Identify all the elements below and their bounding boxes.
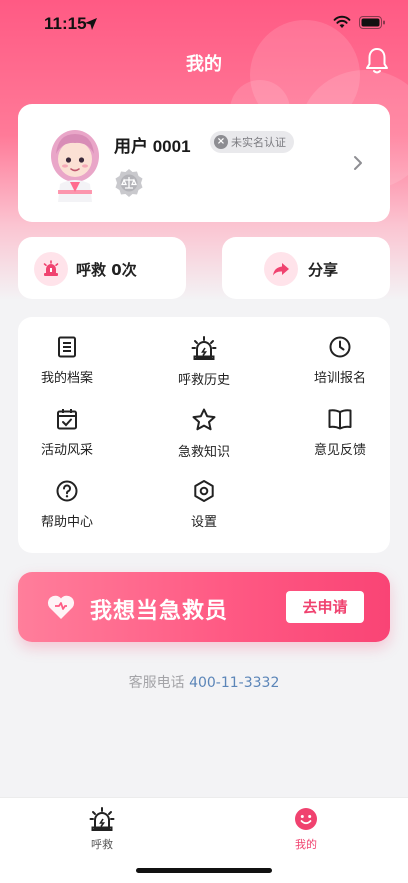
tab-label: 呼救 xyxy=(91,838,113,851)
alarm-icon xyxy=(191,336,217,360)
become-first-responder-banner[interactable]: 我想当急救员 去申请 xyxy=(18,572,390,642)
rescue-count-label: 呼救 0次 xyxy=(76,259,137,280)
home-indicator xyxy=(136,868,272,873)
status-bar: 11:15 xyxy=(0,0,408,48)
status-indicators xyxy=(333,15,386,29)
hotline-label: 客服电话 xyxy=(128,675,185,691)
smile-icon xyxy=(295,808,317,830)
profile-card[interactable]: 用户 0001 × 未实名认证 xyxy=(18,104,390,222)
menu-item-label: 设置 xyxy=(190,515,217,530)
close-circle-icon: × xyxy=(214,135,228,149)
heart-icon xyxy=(46,594,76,620)
clock-icon xyxy=(329,336,351,358)
apply-button[interactable]: 去申请 xyxy=(286,591,364,623)
menu-item-help-center[interactable]: 帮助中心 xyxy=(12,479,122,539)
banner-title: 我想当急救员 xyxy=(90,599,229,624)
rescue-count-unit: 次 xyxy=(121,261,137,279)
customer-service-hotline: 客服电话 400-11-3332 xyxy=(0,672,408,692)
rescue-count-card[interactable]: 呼救 0次 xyxy=(18,237,186,299)
alarm-icon xyxy=(89,807,115,831)
chevron-right-icon xyxy=(352,154,364,172)
verification-status-label: 未实名认证 xyxy=(231,136,286,149)
share-card[interactable]: 分享 xyxy=(222,237,390,299)
menu-item-settings[interactable]: 设置 xyxy=(149,479,259,539)
menu-item-label: 急救知识 xyxy=(177,445,230,460)
menu-item-my-records[interactable]: 我的档案 xyxy=(12,335,122,395)
menu-item-activities[interactable]: 活动风采 xyxy=(12,407,122,467)
hotline-phone-link[interactable]: 400-11-3332 xyxy=(189,675,279,691)
alarm-icon xyxy=(34,252,68,286)
menu-item-feedback[interactable]: 意见反馈 xyxy=(285,407,395,467)
feature-menu: 我的档案 呼救历史 培训报名 活动风采 急救知识 意见反馈 帮助中心 设置 xyxy=(18,317,390,553)
notification-bell-icon[interactable] xyxy=(364,46,390,76)
share-label: 分享 xyxy=(308,261,339,279)
book-icon xyxy=(328,409,352,430)
menu-item-label: 呼救历史 xyxy=(177,373,230,388)
level-badge-icon xyxy=(114,168,144,198)
rescue-label: 呼救 xyxy=(76,261,107,279)
status-time: 11:15 xyxy=(44,14,87,33)
rescue-count-value: 0 xyxy=(111,261,122,279)
menu-item-label: 意见反馈 xyxy=(313,443,366,458)
calendar-check-icon xyxy=(57,409,77,430)
battery-icon xyxy=(359,15,385,29)
username: 用户 0001 xyxy=(114,137,191,156)
menu-item-rescue-history[interactable]: 呼救历史 xyxy=(149,335,259,395)
wifi-icon xyxy=(333,15,351,28)
menu-item-training-signup[interactable]: 培训报名 xyxy=(285,335,395,395)
share-icon xyxy=(264,252,298,286)
tab-rescue[interactable]: 呼救 xyxy=(62,806,142,852)
menu-item-first-aid-knowledge[interactable]: 急救知识 xyxy=(149,407,259,467)
avatar xyxy=(44,126,106,202)
tab-label: 我的 xyxy=(295,838,317,851)
document-icon xyxy=(58,336,76,358)
location-arrow-icon xyxy=(84,16,98,35)
tab-mine[interactable]: 我的 xyxy=(266,806,346,852)
menu-item-label: 活动风采 xyxy=(40,443,93,458)
menu-item-label: 我的档案 xyxy=(40,371,93,386)
settings-icon xyxy=(194,480,214,502)
star-icon xyxy=(192,408,216,431)
menu-item-label: 帮助中心 xyxy=(40,515,93,530)
menu-item-label: 培训报名 xyxy=(313,371,366,386)
page-title: 我的 xyxy=(186,54,222,75)
verification-status-badge[interactable]: × 未实名认证 xyxy=(210,131,294,153)
help-icon xyxy=(56,480,78,502)
